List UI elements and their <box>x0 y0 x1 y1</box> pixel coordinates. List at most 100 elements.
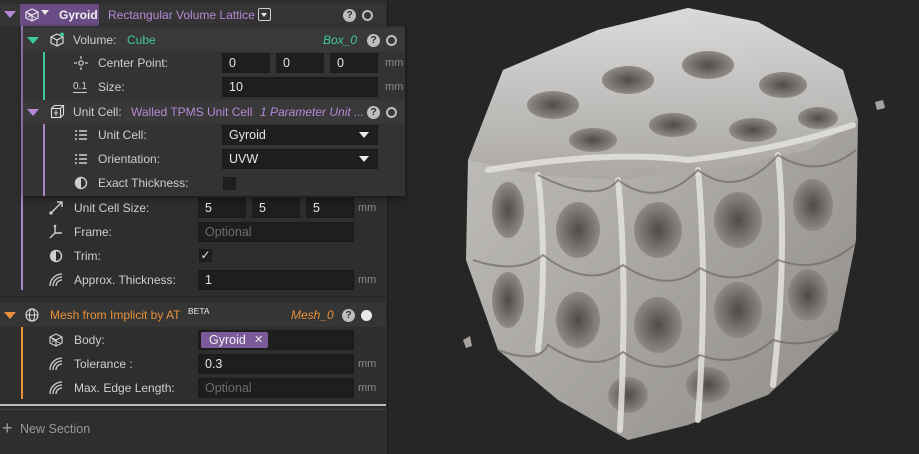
lattice-visibility-icon[interactable] <box>362 10 373 21</box>
max-edge-unit: mm <box>358 382 377 394</box>
volume-header[interactable]: Volume: Cube Box_0 ? <box>23 28 405 52</box>
max-edge-arcs-icon <box>48 380 64 396</box>
orientation-list-icon <box>73 151 89 167</box>
unit-cell-accent-bar <box>43 124 45 196</box>
lattice-type: Rectangular Volume Lattice <box>108 8 255 22</box>
volume-help-icon[interactable]: ? <box>367 34 380 47</box>
exact-thickness-checkbox[interactable] <box>223 177 236 190</box>
lattice-cube-icon <box>24 7 40 23</box>
size-label: Size: <box>98 80 125 94</box>
volume-label: Volume: <box>73 33 117 47</box>
mesh-globe-icon <box>24 307 40 323</box>
new-section-label: New Section <box>20 422 91 436</box>
approx-thickness-label: Approx. Thickness: <box>74 273 176 287</box>
size-icon: 0.1 <box>73 81 87 93</box>
unit-cell-visibility-icon[interactable] <box>386 107 397 118</box>
orientation-select-chevron-icon <box>359 156 369 162</box>
trim-checkbox[interactable]: ✓ <box>199 249 212 262</box>
unit-cell-header-value[interactable]: Walled TPMS Unit Cell <box>131 100 252 124</box>
mesh-beta-badge: BETA <box>188 306 210 316</box>
tolerance-input[interactable]: 0.3 <box>198 354 354 374</box>
volume-value[interactable]: Cube <box>127 28 156 52</box>
collapse-mesh-icon[interactable] <box>4 312 16 319</box>
body-chip[interactable]: Gyroid ✕ <box>201 332 268 348</box>
approx-thickness-arcs-icon <box>48 272 64 288</box>
unit-cell-select-chevron-icon <box>359 132 369 138</box>
unit-cell-size-diagonal-icon <box>48 200 64 216</box>
mesh-visibility-icon[interactable] <box>361 310 372 321</box>
mesh-help-icon[interactable]: ? <box>342 309 355 322</box>
approx-thickness-input[interactable]: 1 <box>198 270 354 290</box>
volume-visibility-icon[interactable] <box>386 35 397 46</box>
lattice-type-dropdown-button[interactable] <box>258 8 271 21</box>
unit-cell-help-icon[interactable]: ? <box>367 106 380 119</box>
size-input[interactable]: 10 <box>222 77 378 97</box>
exact-thickness-label: Exact Thickness: <box>98 176 189 190</box>
unit-cell-list-icon <box>73 127 89 143</box>
approx-thickness-unit: mm <box>358 274 377 286</box>
center-point-z-input[interactable]: 0 <box>330 53 378 73</box>
frame-input[interactable]: Optional <box>198 222 354 242</box>
plus-icon: + <box>2 418 13 438</box>
max-edge-label: Max. Edge Length: <box>74 381 175 395</box>
lattice-header[interactable]: Gyroid Rectangular Volume Lattice ? <box>0 4 386 26</box>
volume-ref[interactable]: Box_0 <box>323 28 357 52</box>
collapse-volume-icon[interactable] <box>27 37 39 44</box>
collapse-lattice-icon[interactable] <box>4 11 16 18</box>
orientation-select[interactable]: UVW <box>222 149 378 169</box>
trim-check-glyph: ✓ <box>200 248 211 262</box>
gyroid-lattice-render[interactable] <box>388 0 919 454</box>
body-input[interactable]: Gyroid ✕ <box>198 330 354 350</box>
section-separator <box>0 296 386 297</box>
exact-thickness-half-circle-icon <box>73 175 89 191</box>
body-chip-label: Gyroid <box>209 333 246 347</box>
size-unit: mm <box>385 81 404 93</box>
mesh-end-line <box>0 404 386 406</box>
lattice-name[interactable]: Gyroid <box>59 3 98 27</box>
lattice-help-icon[interactable]: ? <box>343 9 356 22</box>
center-point-x-input[interactable]: 0 <box>222 53 270 73</box>
center-point-unit: mm <box>385 57 404 69</box>
mesh-header[interactable]: Mesh from Implicit by AT BETA Mesh_0 ? <box>0 303 386 327</box>
collapse-unit-cell-icon[interactable] <box>27 109 39 116</box>
mesh-title: Mesh from Implicit by AT <box>50 308 181 322</box>
orientation-label: Orientation: <box>98 152 161 166</box>
panel-bottom-line <box>0 409 386 410</box>
unit-cell-header[interactable]: Unit Cell: Walled TPMS Unit Cell 1 Param… <box>23 100 405 124</box>
fragment-right <box>875 100 885 110</box>
center-point-icon <box>73 55 89 71</box>
unit-cell-size-unit: mm <box>358 202 377 214</box>
unit-cell-select[interactable]: Gyroid <box>222 125 378 145</box>
new-section-button[interactable]: + New Section <box>2 418 122 440</box>
trim-label: Trim: <box>74 249 101 263</box>
tolerance-unit: mm <box>358 358 377 370</box>
unit-cell-header-ref[interactable]: 1 Parameter Unit ... <box>260 100 364 124</box>
trim-half-circle-icon <box>48 248 64 264</box>
unit-cell-icon <box>49 104 65 120</box>
unit-cell-header-label: Unit Cell: <box>73 105 122 119</box>
lattice-name-dropdown-icon[interactable] <box>41 10 49 15</box>
orientation-select-value: UVW <box>229 152 259 166</box>
tolerance-label: Tolerance : <box>74 357 133 371</box>
unit-cell-select-value: Gyroid <box>229 128 266 142</box>
mesh-accent-bar <box>21 327 23 399</box>
unit-cell-size-z-input[interactable]: 5 <box>306 198 354 218</box>
unit-cell-label: Unit Cell: <box>98 128 147 142</box>
tolerance-arcs-icon <box>48 356 64 372</box>
max-edge-input[interactable]: Optional <box>198 378 354 398</box>
3d-viewport[interactable] <box>388 0 919 454</box>
unit-cell-size-y-input[interactable]: 5 <box>252 198 300 218</box>
frame-label: Frame: <box>74 225 113 239</box>
center-point-y-input[interactable]: 0 <box>276 53 324 73</box>
body-label: Body: <box>74 333 105 347</box>
mesh-ref[interactable]: Mesh_0 <box>291 303 334 327</box>
volume-cube-icon <box>49 32 65 48</box>
frame-axes-icon <box>48 224 64 240</box>
properties-panel: Gyroid Rectangular Volume Lattice ? Volu… <box>0 0 405 454</box>
subparameters-popup: Volume: Cube Box_0 ? Center Point: 0 0 0… <box>23 26 405 196</box>
fragment-left <box>463 336 472 348</box>
unit-cell-size-x-input[interactable]: 5 <box>198 198 246 218</box>
body-cube-icon <box>48 332 64 348</box>
center-point-label: Center Point: <box>98 56 169 70</box>
body-chip-remove-icon[interactable]: ✕ <box>254 332 263 348</box>
